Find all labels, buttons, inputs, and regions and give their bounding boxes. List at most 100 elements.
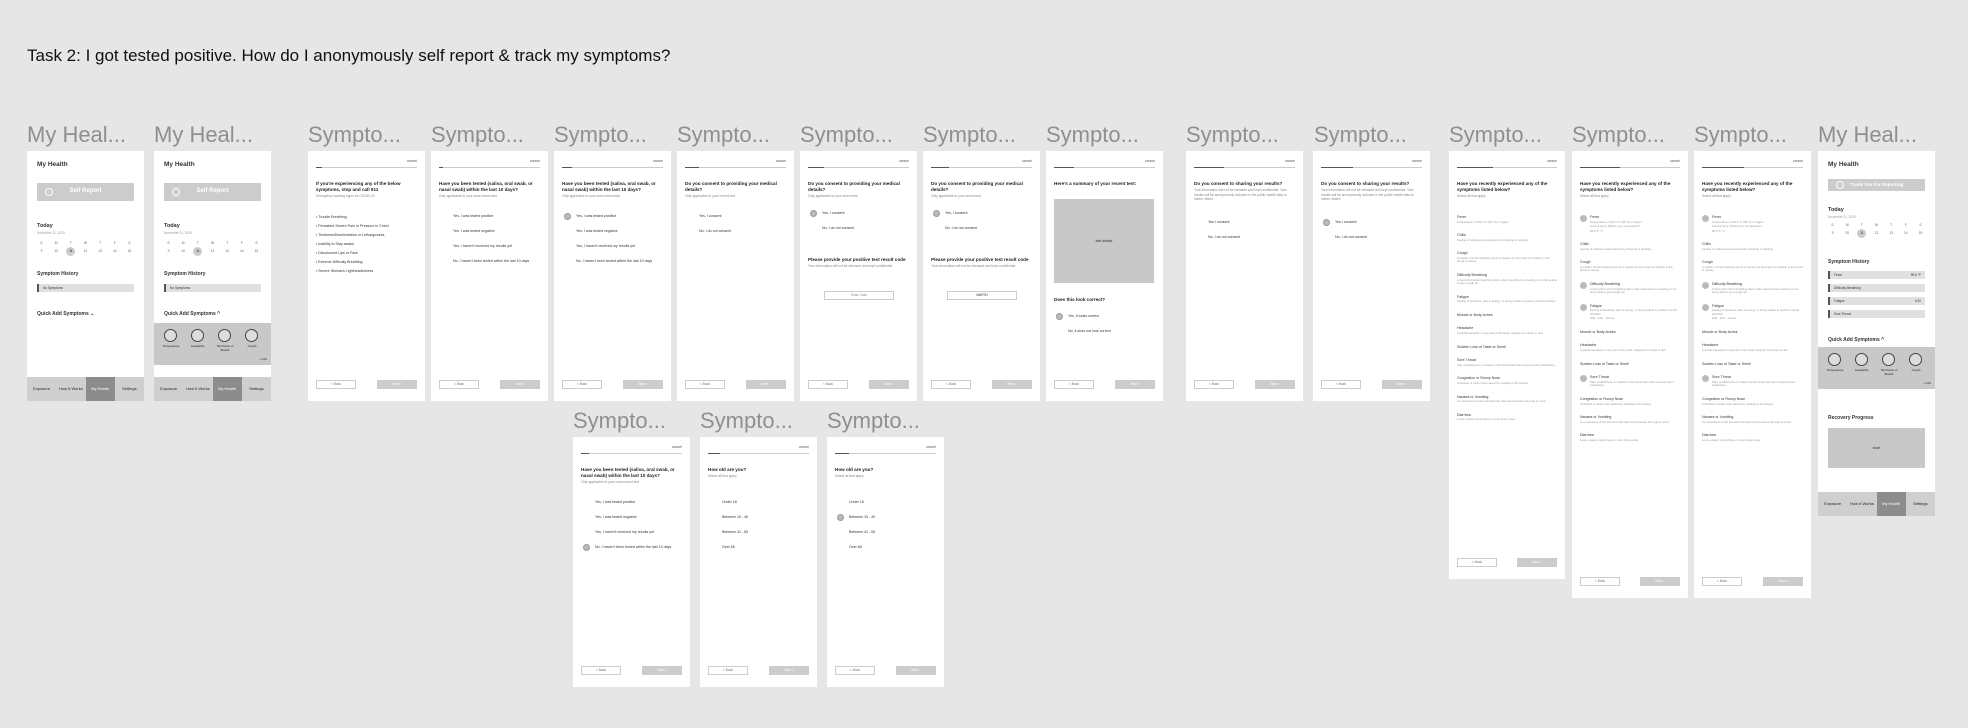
- option[interactable]: Yes, I consent: [808, 206, 909, 221]
- symptom-item[interactable]: Difficulty Breathing A discomfort when br…: [1580, 281, 1680, 295]
- week-dates[interactable]: 9 10 11 12 13 14 15: [1828, 229, 1925, 238]
- option[interactable]: Yes, I haven't received my results yet: [562, 239, 663, 254]
- back-button[interactable]: < Back: [808, 380, 848, 389]
- next-button[interactable]: Next >: [500, 380, 540, 389]
- next-button[interactable]: Next >: [623, 380, 663, 389]
- symptom-item[interactable]: Nausea or Vomiting An uneasiness of the s…: [1580, 415, 1680, 424]
- back-button[interactable]: < Back: [1054, 380, 1094, 389]
- symptom-item[interactable]: Muscle or Body Aches: [1457, 313, 1557, 318]
- next-button[interactable]: Next >: [896, 666, 936, 675]
- back-button[interactable]: < Back: [1702, 577, 1742, 586]
- cancel-link[interactable]: cancel: [653, 159, 663, 164]
- option[interactable]: Between 19 - 40: [708, 510, 809, 525]
- cough-icon[interactable]: [1909, 353, 1922, 366]
- symptom-item[interactable]: Fatigue Feeling of tiredness, lack of ene…: [1457, 295, 1557, 304]
- symptom-item[interactable]: Sore Throat Pain, scratchiness or irritat…: [1702, 375, 1803, 388]
- next-button[interactable]: Next >: [1382, 380, 1422, 389]
- tab-settings[interactable]: Settings: [115, 377, 144, 401]
- option[interactable]: No, I do not consent: [931, 221, 1032, 236]
- symptom-item[interactable]: Difficulty Breathing A discomfort when br…: [1457, 273, 1557, 286]
- symptom-item[interactable]: Diarrhea Loose, watery stools three or mo…: [1702, 433, 1803, 442]
- symptom-item[interactable]: Headache A painful sensation in any part …: [1580, 343, 1680, 352]
- next-button[interactable]: Next >: [869, 380, 909, 389]
- option[interactable]: No, I haven't been tested within the las…: [581, 540, 682, 555]
- tab-my-health[interactable]: My Health: [1876, 492, 1906, 516]
- back-button[interactable]: < Back: [439, 380, 479, 389]
- next-button[interactable]: Next >: [1115, 380, 1155, 389]
- symptom-item[interactable]: Cough A sudden, forceful hacking sound to…: [1457, 251, 1557, 264]
- back-button[interactable]: < Back: [835, 666, 875, 675]
- option[interactable]: Yes I consent: [1194, 215, 1295, 230]
- option[interactable]: Yes, I was tested positive: [562, 209, 663, 224]
- tab-my-health[interactable]: My Health: [85, 377, 115, 401]
- tab-how-it-works[interactable]: How It Works: [56, 377, 85, 401]
- symptom-item[interactable]: Fatigue Feeling of tiredness, lack of ene…: [1580, 303, 1680, 321]
- next-button[interactable]: Next >: [746, 380, 786, 389]
- symptom-item[interactable]: Fever Temperature of 100.4 °F (38 °C) or …: [1702, 215, 1803, 233]
- symptom-item[interactable]: Chills Feeling of coldness accompanied by…: [1580, 242, 1680, 251]
- symptom-item[interactable]: Congestion or Runny Nose A blocked or stu…: [1702, 397, 1803, 406]
- symptom-item[interactable]: Difficulty Breathing A discomfort when br…: [1702, 281, 1803, 295]
- add-link[interactable]: + Add: [1923, 381, 1931, 386]
- option[interactable]: No, I do not consent: [1194, 230, 1295, 245]
- tab-exposure[interactable]: Exposure: [27, 377, 56, 401]
- cancel-link[interactable]: cancel: [1285, 159, 1295, 164]
- symptom-item[interactable]: Chills Feeling of coldness accompanied by…: [1702, 242, 1803, 251]
- option[interactable]: Under 18: [835, 495, 936, 510]
- option[interactable]: No, I do not consent: [1321, 230, 1422, 245]
- quick-add-toggle[interactable]: Quick Add Symptoms ^: [164, 311, 220, 318]
- option[interactable]: No, I haven't been tested within the las…: [439, 254, 540, 269]
- thermometer-icon[interactable]: [164, 329, 177, 342]
- option[interactable]: Under 18: [708, 495, 809, 510]
- code-input[interactable]: 456FSH: [947, 291, 1017, 300]
- back-button[interactable]: < Back: [562, 380, 602, 389]
- back-button[interactable]: < Back: [1321, 380, 1361, 389]
- tab-how-it-works[interactable]: How It Works: [1847, 492, 1876, 516]
- cancel-link[interactable]: cancel: [1547, 159, 1557, 164]
- next-button[interactable]: Next >: [377, 380, 417, 389]
- option[interactable]: Yes, I was tested negative: [439, 224, 540, 239]
- symptom-item[interactable]: Sore Throat Pain, scratchiness or irritat…: [1580, 375, 1680, 388]
- symptom-item[interactable]: Sore Throat Pain, scratchiness or irritat…: [1457, 358, 1557, 367]
- cancel-link[interactable]: cancel: [672, 445, 682, 450]
- next-button[interactable]: Next >: [992, 380, 1032, 389]
- code-input[interactable]: Enter Code: [824, 291, 894, 300]
- option[interactable]: Over 65: [708, 540, 809, 555]
- cancel-link[interactable]: cancel: [1670, 159, 1680, 164]
- symptom-item[interactable]: Nausea or Vomiting An uneasiness of the s…: [1457, 395, 1557, 404]
- tab-exposure[interactable]: Exposure: [154, 377, 183, 401]
- cancel-link[interactable]: cancel: [407, 159, 417, 164]
- add-link[interactable]: + Add: [259, 357, 267, 362]
- symptom-item[interactable]: Congestion or Runny Nose A blocked or stu…: [1457, 376, 1557, 385]
- history-row[interactable]: Difficulty Breathing: [1828, 284, 1925, 292]
- option[interactable]: No, I haven't been tested within the las…: [562, 254, 663, 269]
- option[interactable]: Yes, I haven't received my results yet: [581, 525, 682, 540]
- option[interactable]: Yes, I consent: [685, 209, 786, 224]
- option[interactable]: Yes, I consent: [931, 206, 1032, 221]
- cancel-link[interactable]: cancel: [1145, 159, 1155, 164]
- symptom-item[interactable]: Fever Temperature of 100.4 °F (38 °C) or …: [1580, 215, 1680, 233]
- cancel-link[interactable]: cancel: [799, 445, 809, 450]
- symptom-item[interactable]: Chills Feeling of coldness accompanied by…: [1457, 233, 1557, 242]
- lungs-icon[interactable]: [1882, 353, 1895, 366]
- back-button[interactable]: < Back: [1457, 558, 1497, 567]
- next-button[interactable]: Next >: [1763, 577, 1803, 586]
- option[interactable]: No, I do not consent: [808, 221, 909, 236]
- symptom-item[interactable]: Fatigue Feeling of tiredness, lack of ene…: [1702, 303, 1803, 321]
- quick-add-toggle[interactable]: Quick Add Symptoms ^: [1828, 337, 1884, 344]
- back-button[interactable]: < Back: [685, 380, 725, 389]
- history-row[interactable]: Sore Throat: [1828, 310, 1925, 318]
- tab-exposure[interactable]: Exposure: [1818, 492, 1847, 516]
- tab-settings[interactable]: Settings: [1906, 492, 1935, 516]
- cancel-link[interactable]: cancel: [899, 159, 909, 164]
- symptom-item[interactable]: Cough A sudden, forceful hacking sound to…: [1580, 260, 1680, 273]
- week-dates[interactable]: 9 10 11 12 13 14 15: [164, 247, 261, 256]
- back-button[interactable]: < Back: [708, 666, 748, 675]
- self-report-button[interactable]: Self Report: [37, 183, 134, 201]
- thermometer-icon[interactable]: [1828, 353, 1841, 366]
- tab-settings[interactable]: Settings: [242, 377, 271, 401]
- option[interactable]: Yes, I was tested negative: [562, 224, 663, 239]
- back-button[interactable]: < Back: [1580, 577, 1620, 586]
- lungs-icon[interactable]: [218, 329, 231, 342]
- cancel-link[interactable]: cancel: [776, 159, 786, 164]
